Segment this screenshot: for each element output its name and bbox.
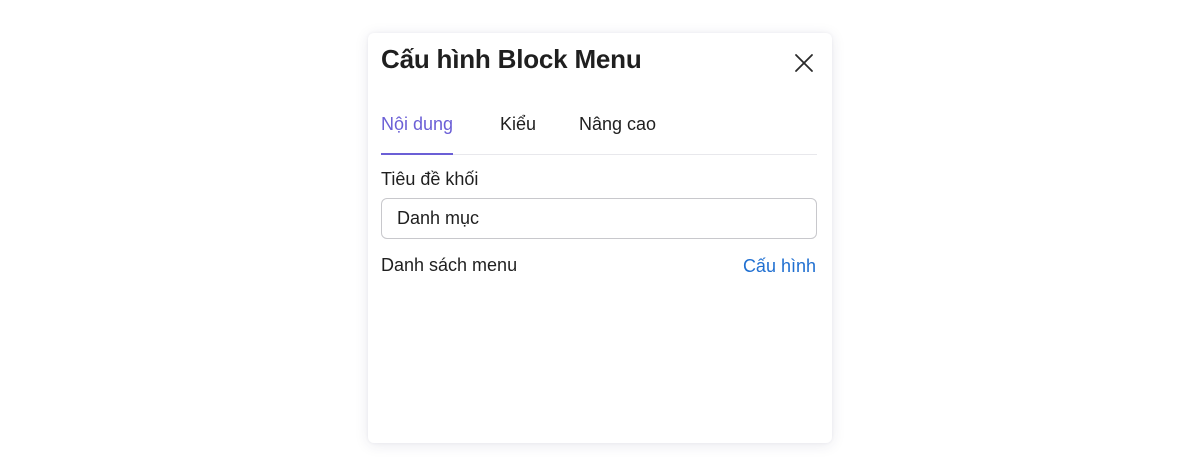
tab-style[interactable]: Kiểu — [500, 114, 536, 154]
block-title-label: Tiêu đề khối — [381, 169, 479, 189]
block-title-input[interactable] — [381, 198, 817, 239]
configure-menu-link[interactable]: Cấu hình — [743, 256, 816, 277]
close-icon — [794, 53, 814, 73]
tab-content[interactable]: Nội dung — [381, 114, 454, 155]
menu-list-label: Danh sách menu — [381, 255, 518, 275]
block-menu-config-dialog: Cấu hình Block Menu Nội dung Kiểu Nâng c… — [368, 33, 832, 443]
tab-advanced[interactable]: Nâng cao — [579, 114, 656, 154]
tab-bar: Nội dung Kiểu Nâng cao — [381, 110, 817, 155]
close-button[interactable] — [790, 49, 818, 77]
dialog-title: Cấu hình Block Menu — [381, 44, 642, 74]
